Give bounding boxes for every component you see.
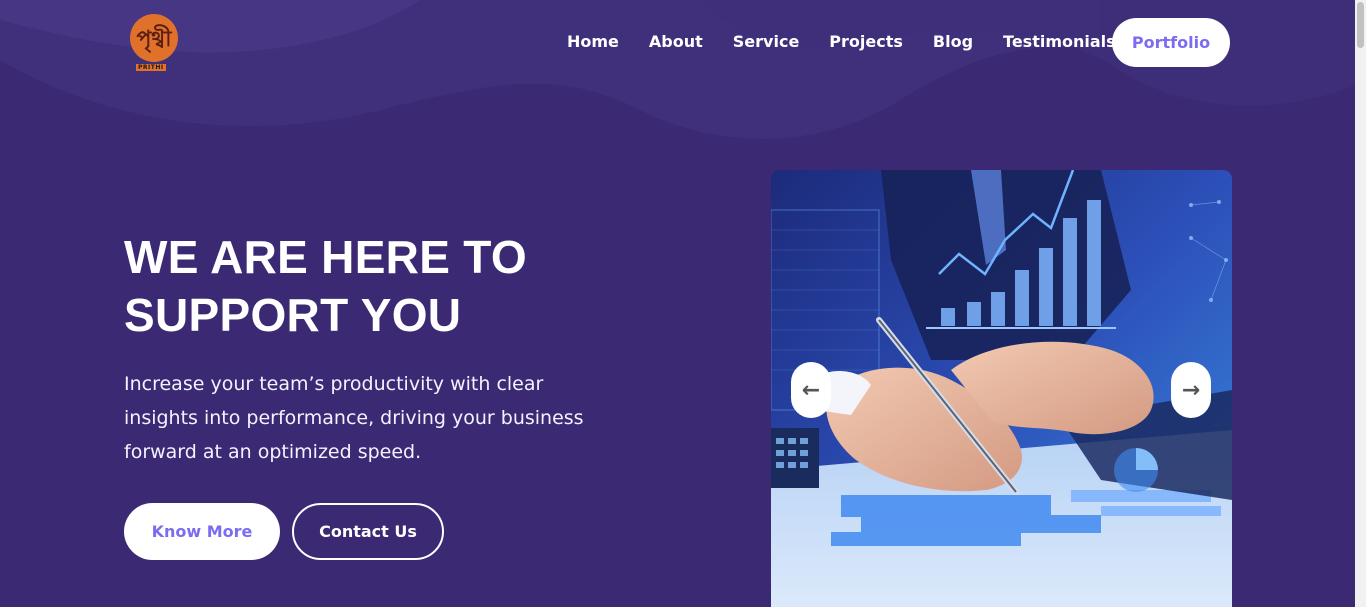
page-scrollbar[interactable] (1355, 0, 1366, 607)
main-nav: Home About Service Projects Blog Testimo… (567, 32, 1146, 52)
slider-prev-button[interactable]: ← (791, 362, 831, 418)
logo-subtext: PRITHI (136, 64, 166, 71)
slider-next-button[interactable]: → (1171, 362, 1211, 418)
contact-us-button[interactable]: Contact Us (292, 503, 444, 560)
hero-title-line2: SUPPORT YOU (124, 289, 462, 341)
scrollbar-thumb[interactable] (1357, 2, 1364, 48)
business-analytics-image (771, 170, 1232, 607)
logo-text: পৃথ্বী (136, 26, 172, 52)
nav-item-blog[interactable]: Blog (933, 32, 973, 52)
hero-image-slider: ← → (771, 170, 1232, 607)
arrow-right-icon: → (1181, 377, 1201, 403)
nav-item-home[interactable]: Home (567, 32, 619, 52)
know-more-button[interactable]: Know More (124, 503, 280, 560)
arrow-left-icon: ← (801, 377, 821, 403)
nav-item-projects[interactable]: Projects (829, 32, 903, 52)
nav-item-about[interactable]: About (649, 32, 703, 52)
hero-title-line1: WE ARE HERE TO (124, 231, 527, 283)
hero-title: WE ARE HERE TO SUPPORT YOU (124, 228, 644, 344)
nav-item-testimonials[interactable]: Testimonials (1003, 32, 1116, 52)
hero-description: Increase your team’s productivity with c… (124, 373, 584, 463)
nav-item-service[interactable]: Service (733, 32, 800, 52)
portfolio-button[interactable]: Portfolio (1112, 18, 1230, 67)
brand-logo[interactable]: পৃথ্বী PRITHI (126, 12, 184, 74)
